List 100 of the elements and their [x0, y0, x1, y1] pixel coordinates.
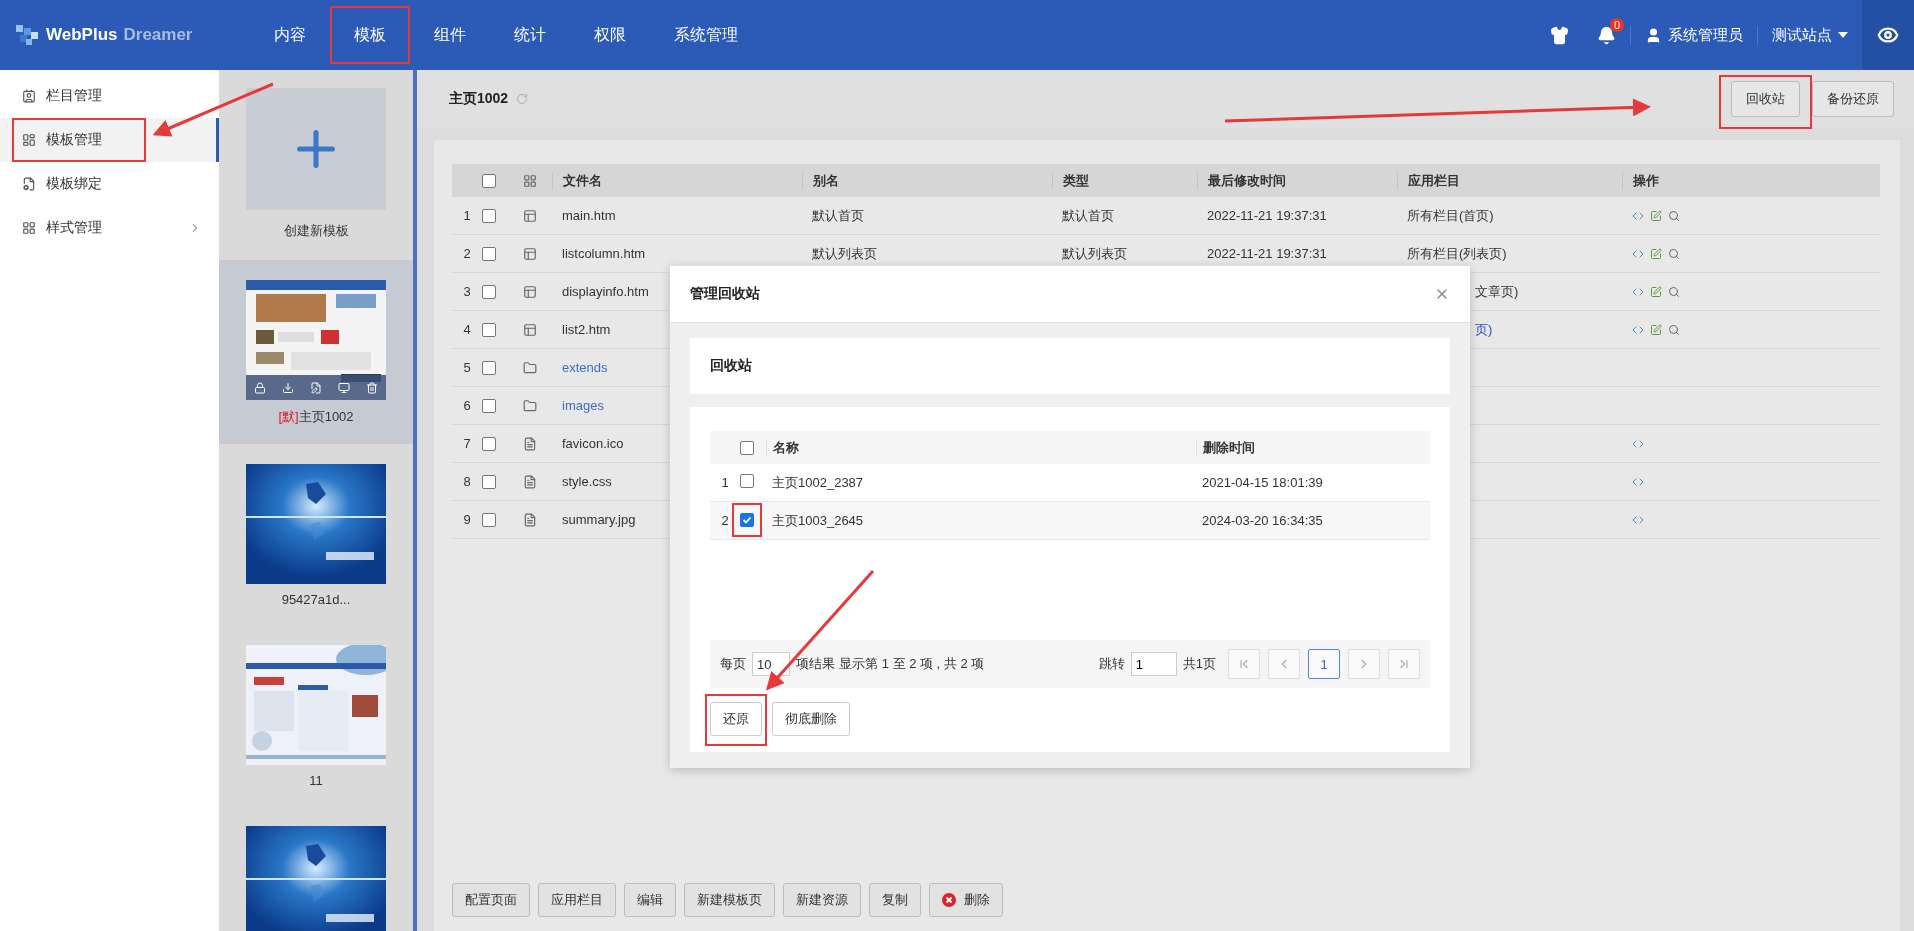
- user-menu[interactable]: 系统管理员: [1630, 25, 1757, 45]
- action-button[interactable]: 删除: [929, 883, 1003, 917]
- table-cell: 所有栏目(列表页): [1407, 244, 1507, 263]
- column-header: 操作: [1622, 171, 1880, 190]
- edit-icon[interactable]: [1650, 285, 1662, 298]
- preview-button[interactable]: [1862, 0, 1914, 70]
- lock-icon[interactable]: [254, 381, 266, 394]
- pager-summary: 项结果 显示第 1 至 2 项 , 共 2 项: [796, 655, 985, 673]
- table-cell: favicon.ico: [562, 436, 624, 451]
- checkbox[interactable]: [482, 360, 496, 375]
- menu-icon: [22, 177, 36, 191]
- row-number: 1: [462, 208, 472, 223]
- action-button[interactable]: 新建资源: [783, 883, 861, 917]
- column-header: 文件名: [552, 171, 802, 190]
- toolbar-button[interactable]: 回收站: [1731, 81, 1800, 117]
- table-cell: 2022-11-21 19:37:31: [1207, 208, 1327, 223]
- page-button[interactable]: 1: [1308, 649, 1340, 679]
- column-header: 删除时间: [1196, 438, 1430, 457]
- action-button[interactable]: 新建模板页: [684, 883, 775, 917]
- table-cell: 默认首页: [812, 206, 864, 225]
- row-number: 3: [462, 284, 472, 299]
- table-cell-text: 2024-03-20 16:34:35: [1201, 513, 1324, 528]
- table-cell: 页): [1475, 320, 1493, 339]
- column-header: 名称: [766, 438, 1196, 457]
- checkbox[interactable]: [482, 284, 496, 299]
- nav-item[interactable]: 组件: [410, 6, 490, 64]
- sidebar-item[interactable]: 模板绑定: [0, 162, 219, 206]
- sidebar-item[interactable]: 样式管理: [0, 206, 219, 250]
- notification-badge: 0: [1609, 17, 1624, 32]
- edit-icon[interactable]: [1650, 247, 1662, 260]
- checkmark-icon: [742, 515, 752, 525]
- row-number: 7: [462, 436, 472, 451]
- checkbox[interactable]: [740, 474, 754, 488]
- last-page-icon: [1397, 657, 1411, 671]
- checkbox[interactable]: [482, 173, 496, 188]
- table-cell: style.css: [562, 474, 612, 489]
- dialog-button[interactable]: 彻底删除: [772, 702, 850, 736]
- column-header: 别名: [802, 171, 1052, 190]
- checkbox[interactable]: [740, 440, 754, 455]
- toolbar-button[interactable]: 备份还原: [1812, 81, 1894, 117]
- bell-icon[interactable]: [1597, 25, 1616, 45]
- row-number: 8: [462, 474, 472, 489]
- nav-item[interactable]: 系统管理: [650, 6, 762, 64]
- template-card[interactable]: 11: [219, 625, 413, 806]
- action-button[interactable]: 复制: [869, 883, 921, 917]
- section-title: 回收站: [710, 357, 752, 375]
- monitor-icon[interactable]: [338, 381, 350, 394]
- nav-item[interactable]: 统计: [490, 6, 570, 64]
- sidebar-item[interactable]: 模板管理: [0, 118, 219, 162]
- row-number: 5: [462, 360, 472, 375]
- edit-icon[interactable]: [1650, 209, 1662, 222]
- search-icon[interactable]: [1668, 209, 1680, 222]
- search-icon[interactable]: [1668, 247, 1680, 260]
- checkbox[interactable]: [482, 208, 496, 223]
- pager-label: 共1页: [1182, 655, 1216, 673]
- edit-icon[interactable]: [1650, 323, 1662, 336]
- action-button[interactable]: 配置页面: [452, 883, 530, 917]
- nav-item[interactable]: 模板: [330, 6, 410, 64]
- page-size-select[interactable]: 10: [752, 652, 791, 676]
- action-button[interactable]: 编辑: [624, 883, 676, 917]
- table-cell-text: 2021-04-15 18:01:39: [1201, 475, 1324, 490]
- grid-icon: [523, 173, 537, 188]
- checkbox[interactable]: [482, 474, 496, 489]
- logo-icon: [14, 23, 40, 47]
- table-cell: 文章页): [1475, 282, 1519, 301]
- pager-label: 跳转: [1098, 655, 1125, 673]
- nav-item[interactable]: 内容: [250, 6, 330, 64]
- action-button[interactable]: 应用栏目: [538, 883, 616, 917]
- folder-link[interactable]: images: [562, 398, 604, 413]
- table-cell: 默认列表页: [812, 244, 877, 263]
- checkbox[interactable]: [482, 322, 496, 337]
- checkbox[interactable]: [482, 398, 496, 413]
- table-cell: 2022-11-21 19:37:31: [1207, 246, 1327, 261]
- template-card[interactable]: [默]主页1002: [219, 260, 413, 444]
- table-cell: displayinfo.htm: [562, 284, 649, 299]
- checkbox[interactable]: [740, 513, 754, 527]
- column-header: 类型: [1052, 171, 1197, 190]
- search-icon[interactable]: [1668, 285, 1680, 298]
- logo-text: WebPlus: [46, 25, 118, 44]
- table-cell: 默认列表页: [1062, 244, 1127, 263]
- card-caption: 11: [309, 773, 323, 788]
- row-number: 9: [462, 512, 472, 527]
- jump-field[interactable]: 1: [1130, 652, 1177, 676]
- trash-icon[interactable]: [366, 381, 378, 394]
- search-icon[interactable]: [1668, 323, 1680, 336]
- column-header: 应用栏目: [1397, 171, 1622, 190]
- table-cell: 所有栏目(首页): [1407, 206, 1494, 225]
- nav-item[interactable]: 权限: [570, 6, 650, 64]
- card-caption: 95427a1d...: [281, 592, 351, 607]
- checkbox[interactable]: [482, 436, 496, 451]
- shirt-icon[interactable]: [1550, 25, 1569, 45]
- template-card[interactable]: 95427a1d...: [219, 444, 413, 625]
- sidebar-item[interactable]: 栏目管理: [0, 74, 219, 118]
- folder-link[interactable]: extends: [562, 360, 608, 375]
- dialog-button[interactable]: 还原: [710, 702, 762, 736]
- checkbox[interactable]: [482, 512, 496, 527]
- table-cell-text: 主页1003_2645: [771, 511, 865, 530]
- checkbox[interactable]: [482, 246, 496, 261]
- logo-subtitle: Dreamer: [123, 25, 193, 44]
- download-icon[interactable]: [282, 381, 294, 394]
